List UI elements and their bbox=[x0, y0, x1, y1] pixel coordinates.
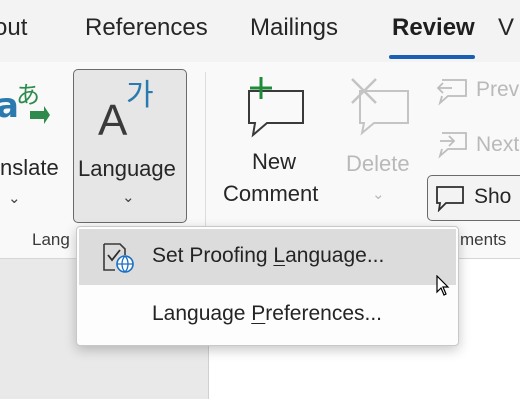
active-tab-indicator bbox=[389, 55, 475, 59]
next-comment-icon bbox=[434, 129, 468, 164]
translate-label: nslate bbox=[0, 155, 59, 180]
tab-mailings[interactable]: Mailings bbox=[250, 14, 338, 42]
new-comment-label-line2: Comment bbox=[223, 181, 319, 206]
new-comment-icon bbox=[243, 75, 307, 139]
svg-text:A: A bbox=[98, 96, 128, 143]
tab-references[interactable]: References bbox=[85, 14, 208, 42]
group-label-language: Lang bbox=[32, 230, 70, 249]
show-comments-label: Sho bbox=[474, 185, 512, 208]
previous-comment-button[interactable]: Prev bbox=[430, 72, 520, 112]
svg-text:가: 가 bbox=[126, 78, 154, 113]
set-proofing-language-label: Set Proofing Language... bbox=[152, 244, 385, 267]
next-label: Next bbox=[476, 133, 520, 156]
language-label: Language bbox=[78, 156, 176, 181]
show-comments-button[interactable]: Sho bbox=[427, 175, 520, 221]
previous-comment-icon bbox=[434, 76, 468, 111]
language-button[interactable]: A 가 Language ⌄ bbox=[73, 69, 187, 223]
delete-comment-icon bbox=[346, 75, 410, 139]
translate-icon: a あ bbox=[0, 77, 50, 127]
delete-label: Delete bbox=[346, 151, 410, 176]
delete-comment-button[interactable]: Delete ⌄ bbox=[340, 69, 420, 221]
mouse-cursor-icon bbox=[436, 274, 450, 302]
new-comment-button[interactable]: New Comment bbox=[215, 69, 335, 221]
comment-icon bbox=[434, 184, 466, 217]
previous-label: Prev bbox=[476, 78, 520, 101]
group-label-comments: ments bbox=[460, 230, 507, 249]
translate-button[interactable]: a あ nslate ⌄ bbox=[0, 69, 70, 221]
group-separator bbox=[205, 72, 206, 252]
new-comment-label-line1: New bbox=[252, 149, 297, 174]
ribbon-tabs: out References Mailings Review V bbox=[0, 0, 520, 62]
chevron-down-icon: ⌄ bbox=[122, 189, 135, 206]
chevron-down-icon: ⌄ bbox=[8, 190, 21, 207]
set-proofing-language-menu-item[interactable]: Set Proofing Language... bbox=[79, 229, 456, 285]
language-dropdown-menu: Set Proofing Language... Language Prefer… bbox=[76, 226, 459, 346]
tab-review[interactable]: Review bbox=[392, 14, 475, 42]
language-preferences-menu-item[interactable]: Language Preferences... bbox=[79, 287, 456, 343]
proofing-language-icon bbox=[101, 241, 137, 278]
tab-layout[interactable]: out bbox=[0, 14, 27, 42]
next-comment-button[interactable]: Next bbox=[430, 125, 520, 165]
chevron-down-icon: ⌄ bbox=[372, 186, 385, 203]
language-preferences-label: Language Preferences... bbox=[152, 302, 383, 325]
svg-text:あ: あ bbox=[16, 81, 40, 109]
language-icon: A 가 bbox=[96, 73, 166, 145]
tab-view[interactable]: V bbox=[498, 14, 514, 42]
